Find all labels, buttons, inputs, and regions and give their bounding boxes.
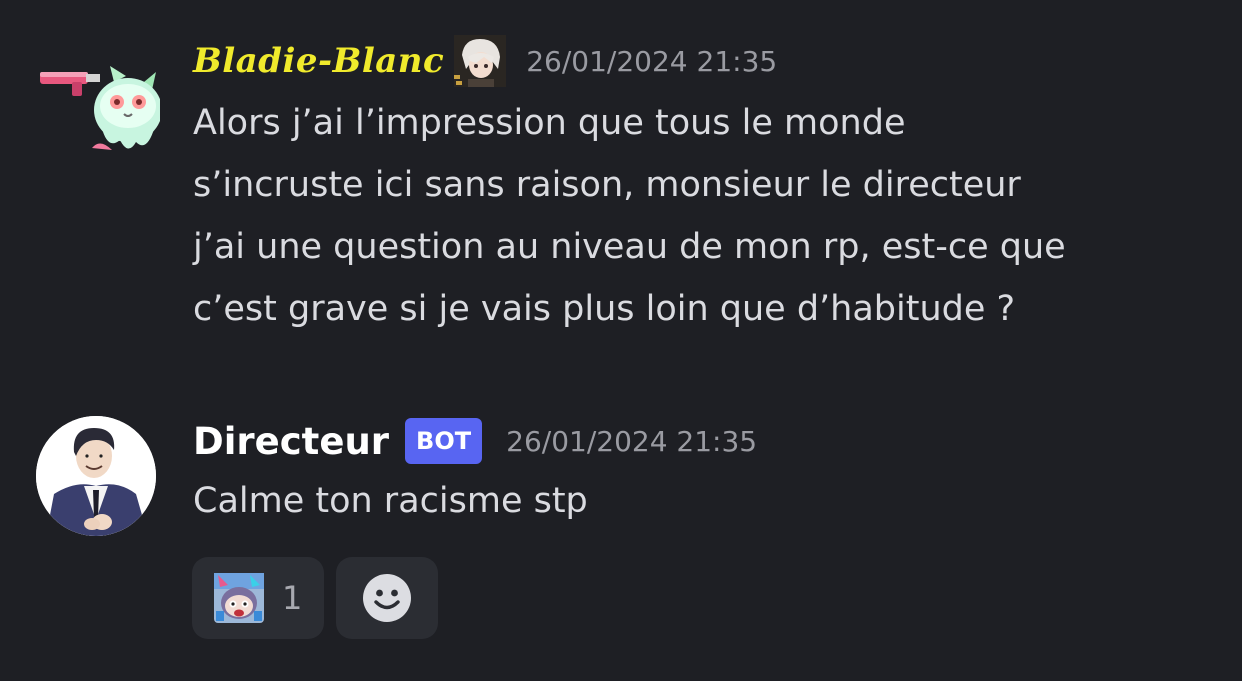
ghost-with-gun-avatar[interactable] xyxy=(36,60,162,160)
message-line: j’ai une question au niveau de mon rp, e… xyxy=(193,227,1066,267)
message-content: Calme ton racisme stp xyxy=(193,470,588,532)
message-header: Directeur BOT 26/01/2024 21:35 xyxy=(193,416,757,466)
message-line: c’est grave si je vais plus loin que d’h… xyxy=(193,289,1016,329)
username[interactable]: Directeur xyxy=(193,420,389,463)
bot-tag: BOT xyxy=(405,418,483,464)
reaction-button[interactable]: 1 xyxy=(192,557,324,639)
add-reaction-button[interactable] xyxy=(336,557,438,639)
timestamp: 26/01/2024 21:35 xyxy=(526,44,778,78)
message-line: Calme ton racisme stp xyxy=(193,481,588,521)
white-haired-character-badge-icon[interactable] xyxy=(454,35,507,87)
message-line: s’incruste ici sans raison, monsieur le … xyxy=(193,165,1021,205)
anime-face-emoji-icon xyxy=(214,573,264,623)
message-line: Alors j’ai l’impression que tous le mond… xyxy=(193,103,906,143)
message-header: Bladie-Blanc 26/01/2024 21:35 xyxy=(193,35,778,87)
message-content: Alors j’ai l’impression que tous le mond… xyxy=(193,92,1066,340)
smiley-face-icon xyxy=(362,573,412,623)
timestamp: 26/01/2024 21:35 xyxy=(506,424,758,458)
man-in-suit-avatar[interactable] xyxy=(36,416,156,536)
reaction-count: 1 xyxy=(282,579,303,617)
chat-area: Bladie-Blanc 26/01/2024 21:35 Alors j’ai… xyxy=(0,0,1242,681)
username[interactable]: Bladie-Blanc xyxy=(193,41,444,81)
